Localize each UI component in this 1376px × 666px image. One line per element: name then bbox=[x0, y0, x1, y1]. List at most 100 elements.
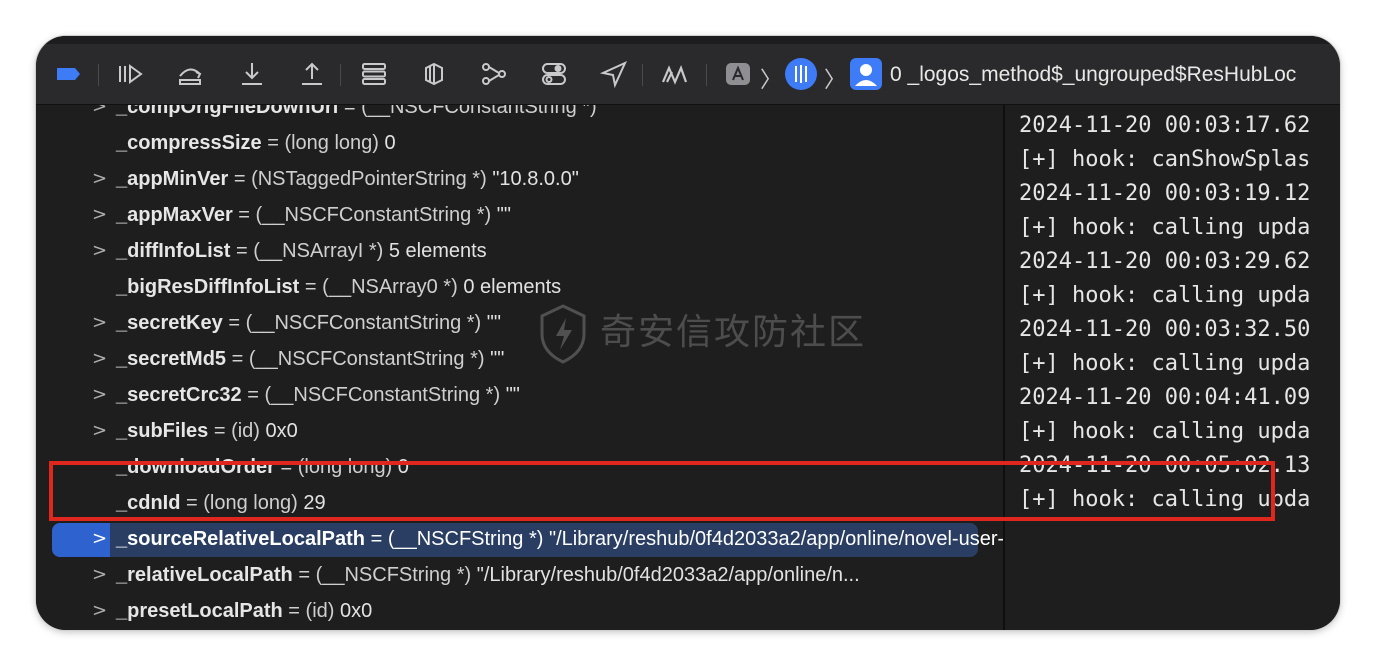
view-hierarchy-icon[interactable] bbox=[360, 60, 388, 88]
equals-sign: = bbox=[213, 420, 226, 442]
variable-row[interactable]: > _appMaxVer = (__NSCFConstantString *) "… bbox=[36, 197, 1003, 233]
variable-value: "" bbox=[505, 384, 520, 406]
console-line: [+] hook: calling upda bbox=[1019, 215, 1311, 240]
toolbar-separator bbox=[340, 64, 341, 86]
toolbar-separator bbox=[706, 64, 707, 86]
step-over-icon[interactable] bbox=[176, 60, 204, 88]
variable-name: _appMaxVer bbox=[116, 204, 233, 226]
console-line: [+] hook: calling upda bbox=[1019, 283, 1311, 308]
variable-content: _relativeLocalPath = (__NSCFString *) "/… bbox=[116, 557, 860, 593]
step-out-icon[interactable] bbox=[298, 60, 326, 88]
variable-row[interactable]: > _sourceRelativeLocalPath = (__NSCFStrin… bbox=[36, 521, 1003, 557]
variable-content: _appMaxVer = (__NSCFConstantString *) "" bbox=[116, 197, 511, 233]
console-line: [+] hook: calling upda bbox=[1019, 419, 1311, 444]
variable-type: (__NSCFConstantString *) bbox=[248, 348, 485, 370]
variable-row[interactable]: > _diffInfoList = (__NSArrayI *) 5 elemen… bbox=[36, 233, 1003, 269]
variable-type: (__NSCFConstantString *) bbox=[255, 204, 492, 226]
variable-row[interactable]: > _compOrigFileDownUrl = (__NSCFConstantS… bbox=[36, 105, 1003, 125]
app-icon[interactable] bbox=[724, 60, 752, 88]
variable-content: _appMinVer = (NSTaggedPointerString *) "… bbox=[116, 161, 579, 197]
disclosure-chevron-icon[interactable]: > bbox=[92, 557, 108, 593]
variable-name: _diffInfoList bbox=[116, 240, 231, 262]
variable-type: (__NSArray0 *) bbox=[322, 276, 458, 298]
disclosure-chevron-icon[interactable]: > bbox=[92, 233, 108, 269]
toggle-icon[interactable] bbox=[540, 60, 568, 88]
variable-value: "/Library/reshub/0f4d2033a2/app/online/n… bbox=[548, 528, 1003, 550]
console-line: 2024-11-20 00:03:29.62 bbox=[1019, 249, 1311, 274]
disclosure-chevron-icon[interactable]: > bbox=[92, 593, 108, 629]
instruments-icon[interactable] bbox=[660, 60, 688, 88]
disclosure-chevron-icon[interactable]: > bbox=[92, 105, 108, 125]
variable-row[interactable]: > _subFiles = (id) 0x0 bbox=[36, 413, 1003, 449]
shield-logo-icon bbox=[540, 304, 586, 364]
variable-row[interactable]: > _presetLocalPath = (id) 0x0 bbox=[36, 593, 1003, 629]
variable-type: (__NSCFConstantString *) bbox=[245, 312, 482, 334]
disclosure-chevron-icon[interactable]: > bbox=[92, 521, 108, 557]
variable-type: (id) bbox=[231, 420, 260, 442]
console-line: 2024-11-20 00:03:32.50 bbox=[1019, 317, 1311, 342]
variable-value: 5 elements bbox=[388, 240, 487, 262]
variable-content: _subFiles = (id) 0x0 bbox=[116, 413, 298, 449]
variable-name: _subFiles bbox=[116, 420, 209, 442]
equals-sign: = bbox=[247, 384, 259, 406]
variable-content: _compressSize = (long long) 0 bbox=[116, 125, 396, 161]
location-icon[interactable] bbox=[600, 60, 628, 88]
disclosure-chevron-icon[interactable]: > bbox=[92, 197, 108, 233]
equals-sign: = bbox=[231, 348, 244, 370]
equals-sign: = bbox=[304, 276, 317, 298]
console-line: 2024-11-20 00:04:41.09 bbox=[1019, 385, 1311, 410]
variable-row[interactable]: _compressSize = (long long) 0 bbox=[36, 125, 1003, 161]
variable-row[interactable]: > _relativeLocalPath = (__NSCFString *) "… bbox=[36, 557, 1003, 593]
equals-sign: = bbox=[298, 564, 310, 586]
equals-sign: = bbox=[236, 240, 248, 262]
equals-sign: = bbox=[238, 204, 250, 226]
xcode-debugger-window: 〉 〉 0 _logos_method$_ungrouped$ResHubLoc… bbox=[36, 36, 1340, 630]
equals-sign: = bbox=[343, 105, 356, 118]
equals-sign: = bbox=[288, 600, 300, 622]
variable-name: _appMinVer bbox=[116, 168, 229, 190]
continue-icon[interactable] bbox=[116, 60, 144, 88]
frame-icon[interactable] bbox=[850, 58, 882, 90]
variable-content: _compOrigFileDownUrl = (__NSCFConstantSt… bbox=[116, 105, 616, 125]
editor-strip bbox=[36, 36, 1340, 44]
toolbar-separator bbox=[98, 64, 99, 86]
variable-name: _relativeLocalPath bbox=[116, 564, 293, 586]
env-overrides-icon[interactable] bbox=[480, 60, 508, 88]
variable-value: 0x0 bbox=[340, 600, 373, 622]
watermark-text: 奇安信攻防社区 bbox=[600, 312, 867, 353]
variable-content: _secretMd5 = (__NSCFConstantString *) "" bbox=[116, 341, 504, 377]
variable-value: "10.8.0.0" bbox=[492, 168, 579, 190]
disclosure-chevron-icon[interactable]: > bbox=[92, 305, 108, 341]
console-line: 2024-11-20 00:03:19.12 bbox=[1019, 181, 1311, 206]
memory-graph-icon[interactable] bbox=[420, 60, 448, 88]
equals-sign: = bbox=[267, 132, 279, 154]
variable-row[interactable]: > _secretCrc32 = (__NSCFConstantString *)… bbox=[36, 377, 1003, 413]
variable-type: (__NSArrayI *) bbox=[253, 240, 384, 262]
variable-name: _compOrigFileDownUrl bbox=[116, 105, 339, 118]
equals-sign: = bbox=[228, 312, 240, 334]
disclosure-chevron-icon[interactable]: > bbox=[92, 341, 108, 377]
stack-frame-title[interactable]: 0 _logos_method$_ungrouped$ResHubLoc bbox=[890, 60, 1296, 90]
variable-value: "" bbox=[496, 204, 511, 226]
variable-value: "" bbox=[486, 312, 501, 334]
disclosure-chevron-icon[interactable]: > bbox=[92, 161, 108, 197]
variable-name: _secretCrc32 bbox=[116, 384, 242, 406]
variable-content: _bigResDiffInfoList = (__NSArray0 *) 0 e… bbox=[116, 269, 561, 305]
variable-value: 0 elements bbox=[463, 276, 562, 298]
equals-sign: = bbox=[233, 168, 246, 190]
variable-name: _presetLocalPath bbox=[116, 600, 283, 622]
disclosure-chevron-icon[interactable]: > bbox=[92, 377, 108, 413]
step-into-icon[interactable] bbox=[238, 60, 266, 88]
variable-value: "" bbox=[602, 105, 617, 118]
variable-row[interactable]: > _appMinVer = (NSTaggedPointerString *) … bbox=[36, 161, 1003, 197]
annotation-highlight-box bbox=[49, 461, 1275, 521]
thread-icon[interactable] bbox=[784, 57, 818, 91]
variable-name: _bigResDiffInfoList bbox=[116, 276, 300, 298]
breakpoint-toggle-icon[interactable] bbox=[54, 60, 82, 88]
disclosure-chevron-icon[interactable]: > bbox=[92, 413, 108, 449]
console-line: 2024-11-20 00:03:17.62 bbox=[1019, 113, 1311, 138]
debug-toolbar: 〉 〉 0 _logos_method$_ungrouped$ResHubLoc bbox=[36, 36, 1340, 105]
variable-type: (__NSCFString *) bbox=[387, 528, 544, 550]
watermark: 奇安信攻防社区 bbox=[538, 298, 866, 368]
variable-type: (__NSCFConstantString *) bbox=[264, 384, 501, 406]
